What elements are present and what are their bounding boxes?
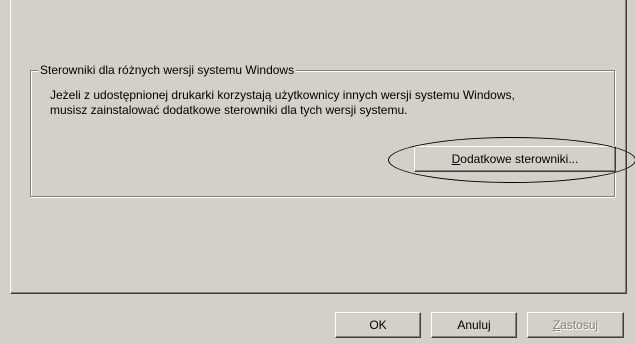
groupbox-title: Sterowniki dla różnych wersji systemu Wi…: [38, 63, 297, 77]
cancel-button[interactable]: Anuluj: [431, 312, 517, 338]
apply-label: astosuj: [560, 318, 599, 332]
printer-properties-dialog: Sterowniki dla różnych wersji systemu Wi…: [0, 0, 635, 344]
additional-drivers-label: odatkowe sterowniki...: [460, 152, 579, 166]
additional-drivers-mnemonic: D: [451, 152, 461, 166]
description-line-2: musisz zainstalować dodatkowe sterowniki…: [50, 103, 408, 117]
ok-button[interactable]: OK: [335, 312, 421, 338]
description-line-1: Jeżeli z udostępnionej drukarki korzysta…: [50, 88, 515, 102]
additional-drivers-button[interactable]: Dodatkowe sterowniki...: [414, 146, 616, 172]
apply-button[interactable]: Zastosuj: [527, 312, 624, 338]
groupbox-description: Jeżeli z udostępnionej drukarki korzysta…: [50, 88, 515, 118]
